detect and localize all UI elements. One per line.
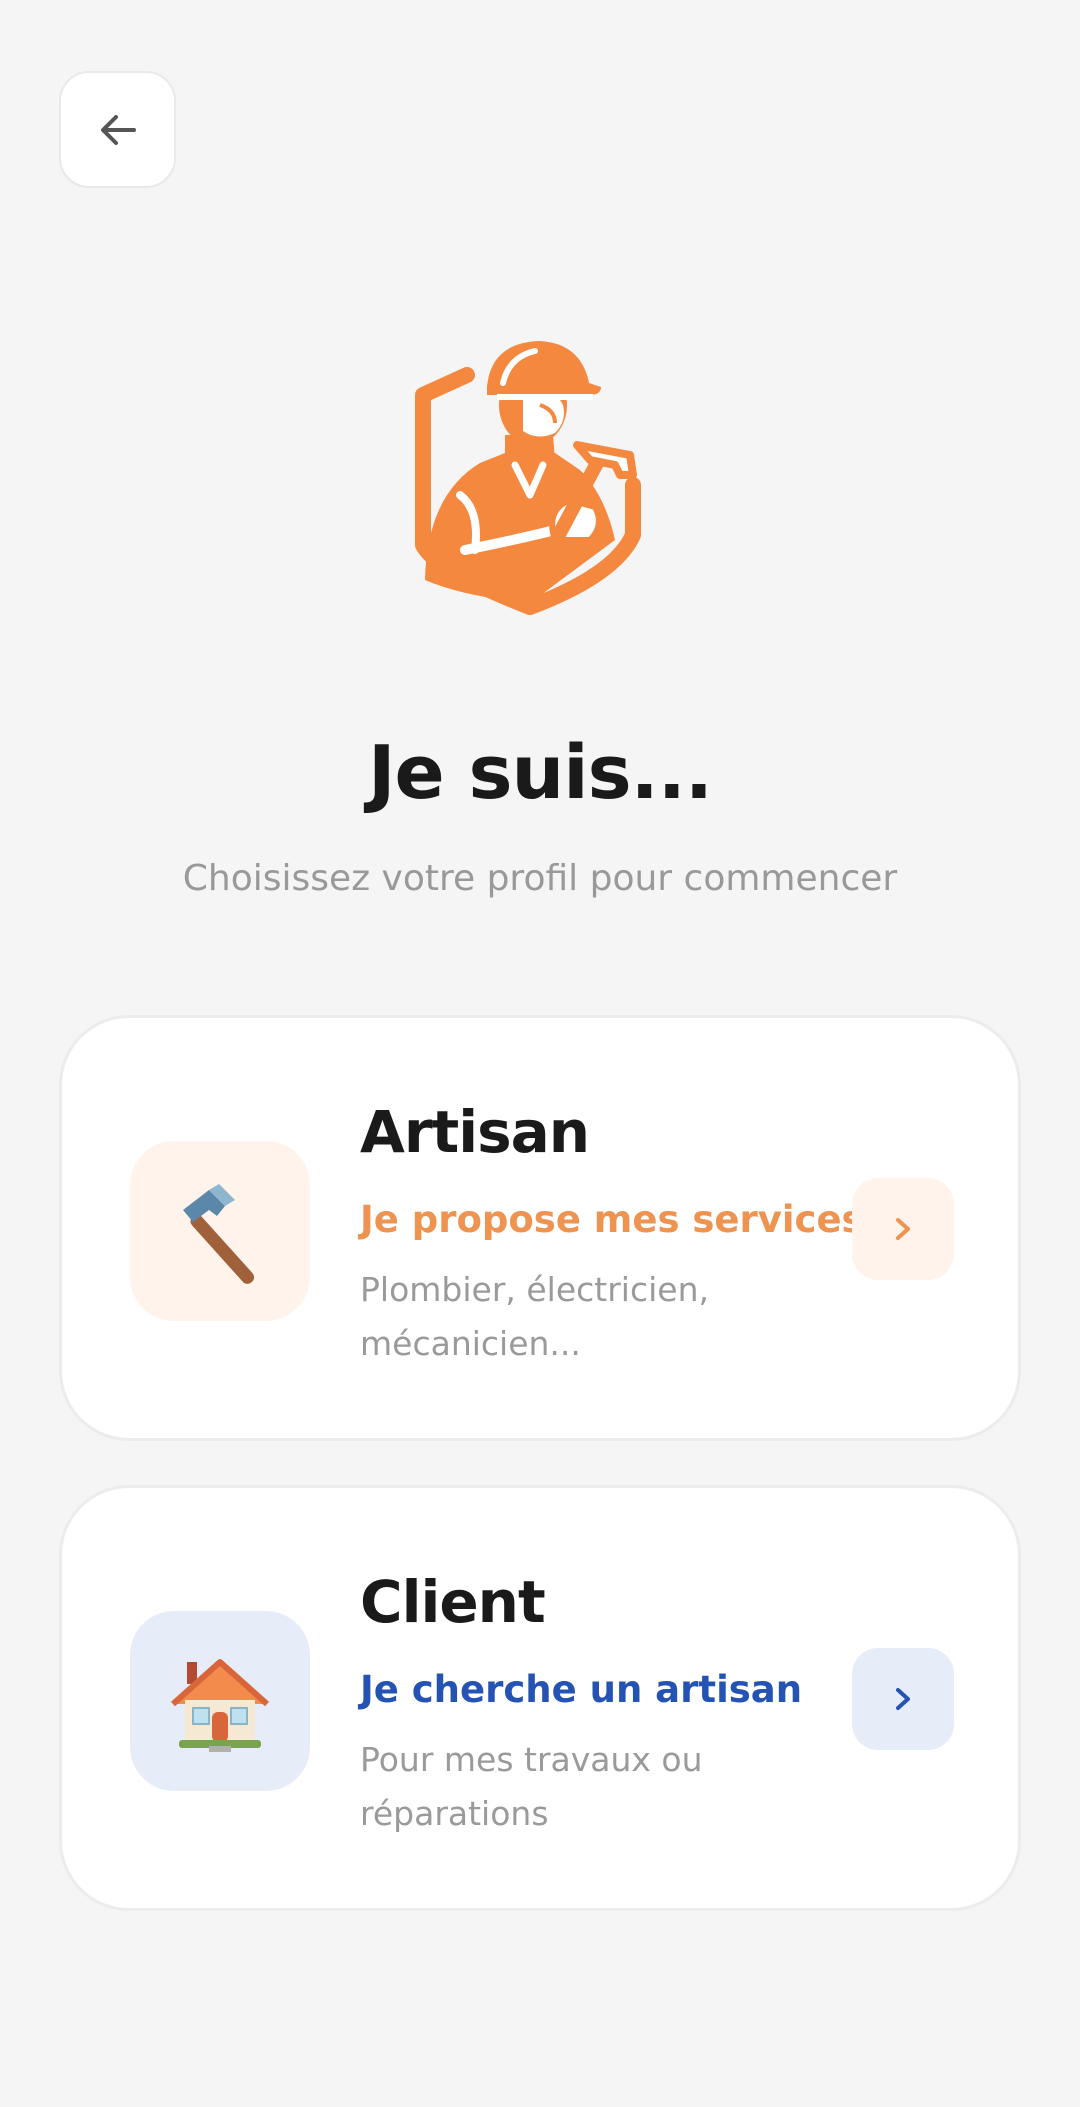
card-description: Pour mes travaux ou réparations	[360, 1740, 703, 1833]
card-tagline: Je propose mes services	[360, 1198, 864, 1241]
house-icon	[171, 1659, 269, 1752]
card-title: Artisan	[360, 1098, 590, 1166]
profile-card-artisan[interactable]: Artisan Je propose mes services Plombier…	[59, 1015, 1021, 1441]
page-subtitle: Choisissez votre profil pour commencer	[182, 858, 898, 899]
chevron-right-icon[interactable]	[852, 1178, 954, 1280]
card-tagline: Je cherche un artisan	[360, 1668, 803, 1711]
card-title: Client	[360, 1568, 546, 1636]
hammer-icon	[183, 1184, 255, 1284]
artisan-icon-tile	[130, 1141, 310, 1321]
profile-card-client[interactable]: Client Je cherche un artisan Pour mes tr…	[59, 1485, 1021, 1911]
client-icon-tile	[130, 1611, 310, 1791]
chevron-right-icon[interactable]	[852, 1648, 954, 1750]
card-description: Plombier, électricien, mécanicien...	[360, 1270, 709, 1363]
back-button[interactable]	[59, 71, 176, 188]
worker-logo	[405, 335, 675, 615]
arrow-left-icon	[100, 114, 136, 145]
page-title: Je suis...	[368, 730, 713, 816]
